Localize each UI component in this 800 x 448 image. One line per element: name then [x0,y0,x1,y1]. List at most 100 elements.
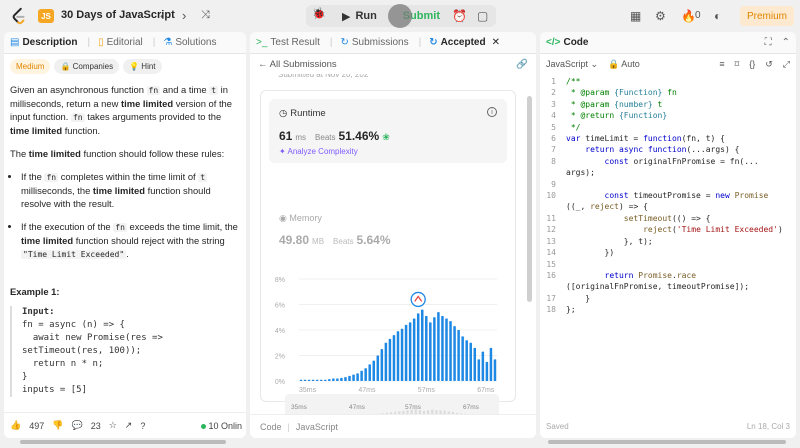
desc-paragraph-1: Given an asynchronous function fn and a … [10,84,232,136]
code-line[interactable]: 16 return Promise.race [540,270,796,281]
code-text: }; [566,305,576,315]
code-line[interactable]: 17 } [540,293,796,304]
left-scrollbar[interactable] [20,440,226,444]
tab-accepted[interactable]: ↻ Accepted ✕ [429,37,500,48]
line-number: 15 [546,259,556,269]
shuffle-icon[interactable]: ⤨ [201,9,210,22]
runtime-value: 61 [279,129,293,143]
code-line[interactable]: 14 }) [540,247,796,258]
favorite-star-icon[interactable]: ☆ [109,420,117,431]
tab-code[interactable]: </> Code [546,37,588,48]
like-icon[interactable]: 👍 [10,420,21,431]
code-line[interactable]: 9 [540,179,796,190]
line-number: 4 [551,111,556,121]
memory-values: 49.80 MB Beats 5.64% [279,233,391,247]
runtime-beats-label: Beats [315,133,336,142]
premium-button[interactable]: Premium [740,6,794,26]
braces-icon[interactable]: {} [749,59,755,69]
share-icon[interactable]: ↗ [125,420,133,431]
chart-bar [392,335,396,381]
y-tick-label: 8% [275,277,285,284]
analyze-complexity-link[interactable]: ✦ Analyze Complexity [279,147,358,156]
code-text: * @return {Function} [566,111,668,121]
runtime-box[interactable]: ◷ Runtime i 61 ms Beats 51.46% ❀ ✦ Analyz… [269,99,507,163]
chart-bar [461,336,464,381]
tab-test-result-label: Test Result [270,37,320,48]
code-line[interactable]: args); [540,167,796,178]
code-line[interactable]: 10 const timeoutPromise = new Promise [540,190,796,201]
info-icon[interactable]: i [487,107,497,117]
streak-fire-icon[interactable]: 🔥 [681,9,696,23]
hint-tag[interactable]: 💡 Hint [123,59,162,74]
tab-accepted-label: Accepted [440,37,486,48]
editor-horizontal-scrollbar[interactable] [548,440,786,444]
overview-tick-label: 67ms [463,404,480,411]
comment-icon[interactable]: 💬 [71,420,82,431]
code-area[interactable]: 1/** 2 * @param {Function} fn 3 * @param {… [540,76,796,316]
y-tick-label: 6% [275,303,285,310]
bookmark-icon[interactable]: ⌑ [735,59,740,70]
line-number [540,281,566,292]
tab-solutions[interactable]: ⚗ Solutions [163,37,216,48]
line-number [540,167,566,178]
layout-grid-icon[interactable]: ▦ [630,9,641,23]
notes-icon[interactable]: ▢ [477,9,488,23]
tab-code-label: Code [563,37,589,48]
your-submission-marker [410,291,426,308]
code-line[interactable]: 6 var timeLimit = function(fn, t) { [540,133,796,144]
companies-tag[interactable]: 🔒 Companies [54,59,120,74]
line-number: 1 [551,77,556,86]
leetcode-logo-icon[interactable] [10,7,28,25]
code-line[interactable]: 11 setTimeout(() => { [540,213,796,224]
reset-icon[interactable]: ↺ [765,59,773,70]
code-line[interactable]: ((_, reject) => { [540,201,796,212]
js-badge-icon: JS [38,9,54,23]
code-line[interactable]: 1 /** [540,76,796,87]
format-icon[interactable]: ≡ [719,59,724,69]
expand-icon[interactable]: ⛶ [765,37,772,48]
submission-panel: >_ Test Result | ↻ Submissions | ↻ Accep… [250,32,536,438]
debug-icon[interactable]: 🐞 [310,7,328,25]
fullscreen-icon[interactable]: ⤢ [783,59,790,70]
panel-scrollbar[interactable] [527,96,532,302]
chart-bar [303,379,307,381]
tab-test-result[interactable]: >_ Test Result [256,37,320,48]
share-link-icon[interactable]: 🔗 [516,59,528,70]
code-line[interactable]: 2 * @param {Function} fn [540,87,796,98]
dislike-icon[interactable]: 👎 [52,420,63,431]
code-line[interactable]: 4 * @return {Function} [540,110,796,121]
code-line[interactable]: 18}; [540,304,796,315]
settings-gear-icon[interactable]: ⚙ [655,9,666,23]
code-line[interactable]: 7 return async function(...args) { [540,144,796,155]
code-line[interactable]: 3 * @param {number} t [540,99,796,110]
runtime-distribution-chart[interactable]: 8% 6% 4% 2% 0% 35ms 47ms 57ms 67ms 35ms 47ms 57ms 67… [261,271,517,431]
submit-loading-indicator [388,4,412,28]
back-to-submissions[interactable]: ← All Submissions [258,59,337,70]
code-line[interactable]: 13 }, t); [540,236,796,247]
tab-description[interactable]: ▤ Description [10,37,77,48]
next-problem-icon[interactable]: › [182,8,186,23]
run-button[interactable]: ▶ Run [334,6,385,26]
prev-problem-icon[interactable]: ‹ [160,8,164,23]
help-icon[interactable]: ? [140,421,145,431]
memory-label[interactable]: ◉ Memory [279,213,322,224]
auto-mode[interactable]: 🔒 Auto [608,59,640,70]
code-text: }, t); [566,236,653,246]
tab-editorial[interactable]: ▯ Editorial [98,37,143,48]
x-tick-label: 67ms [477,387,495,394]
chart-bar [315,379,319,381]
tab-submissions[interactable]: ↻ Submissions [340,37,408,48]
code-line[interactable]: 5 */ [540,122,796,133]
close-tab-icon[interactable]: ✕ [492,37,500,48]
timer-icon[interactable]: ⏰ [452,9,467,23]
study-plan-title[interactable]: 30 Days of JavaScript [61,9,175,21]
chart-bar [324,379,327,381]
code-text: const originalFnPromise = fn(... [604,156,759,166]
avatar-icon[interactable]: ◐ [714,9,721,23]
code-line[interactable]: 12 reject('Time Limit Exceeded') [540,224,796,235]
code-line[interactable]: 15 [540,259,796,270]
code-line[interactable]: ([originalFnPromise, timeoutPromise]); [540,281,796,292]
collapse-icon[interactable]: ⌃ [782,37,790,48]
language-select[interactable]: JavaScript ⌄ [546,59,598,70]
code-line[interactable]: 8 const originalFnPromise = fn(... [540,156,796,167]
